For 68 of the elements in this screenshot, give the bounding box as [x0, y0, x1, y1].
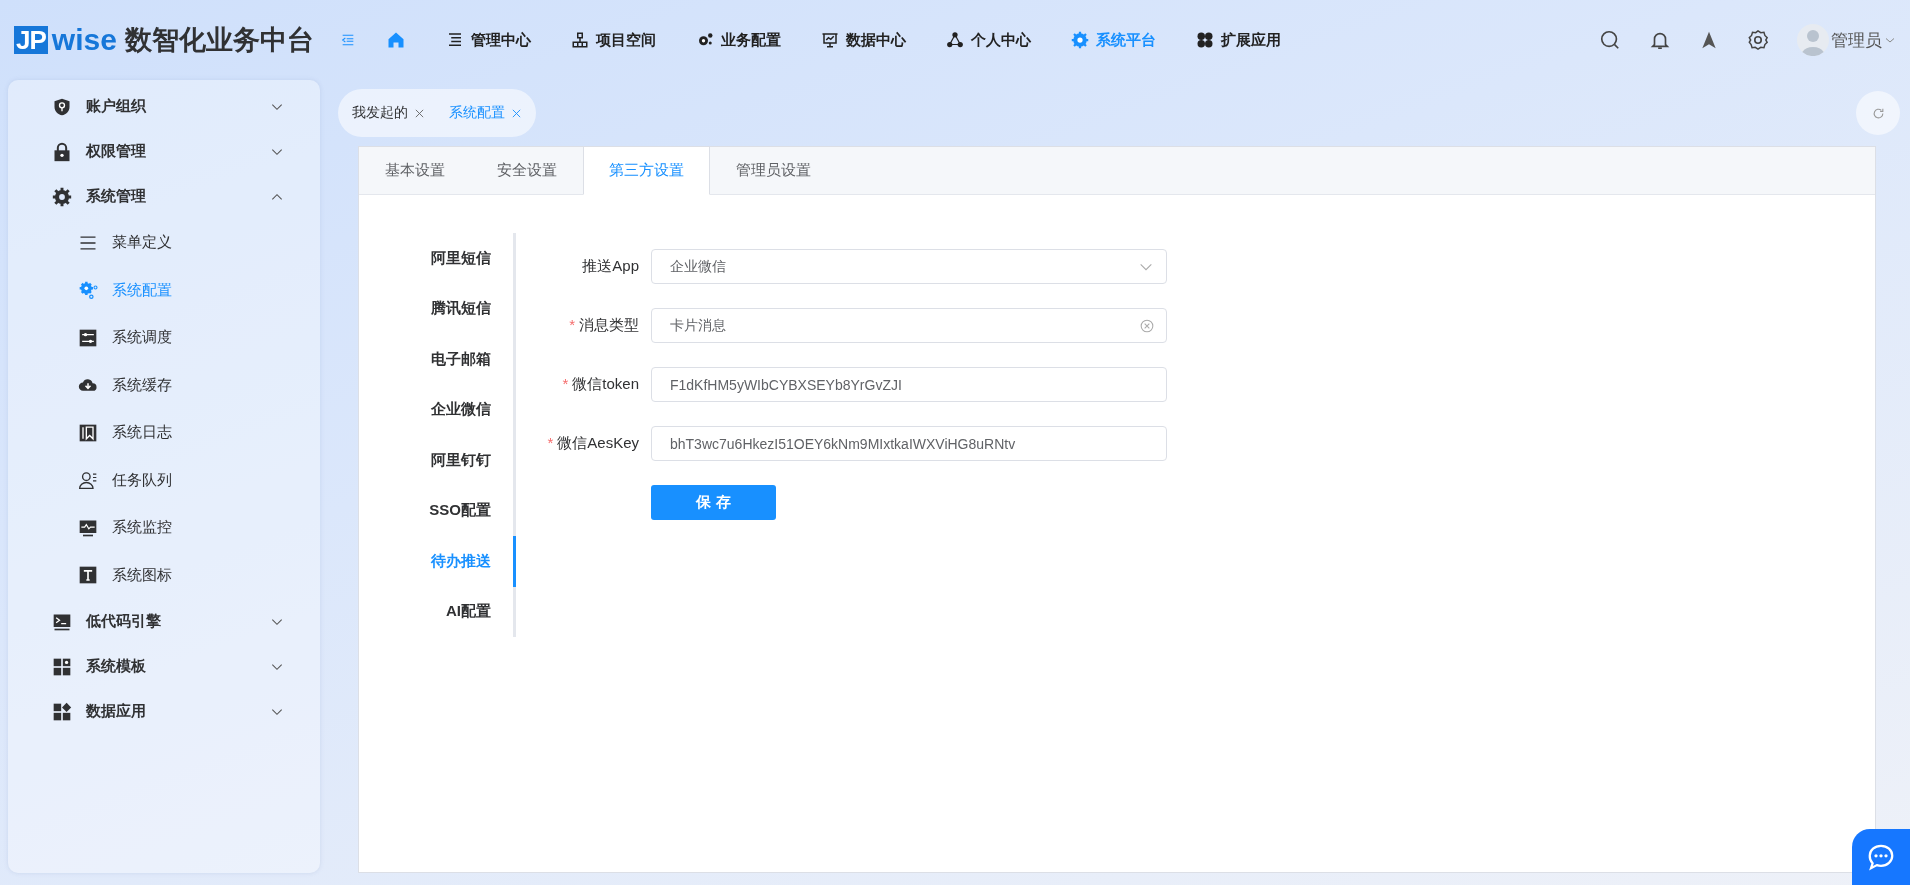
close-icon[interactable]	[511, 107, 522, 119]
logo-word: wise	[51, 23, 117, 57]
sidebar-subitem[interactable]: 系统调度	[8, 314, 320, 362]
nav-item[interactable]: 个人中心	[926, 20, 1051, 60]
nav-item[interactable]: 管理中心	[426, 20, 551, 60]
padlock-icon	[52, 141, 72, 162]
nav-item[interactable]: 项目空间	[551, 20, 676, 60]
settings-icon[interactable]	[1747, 29, 1769, 51]
bookmark-icon	[78, 422, 98, 443]
chat-button[interactable]	[1852, 829, 1910, 885]
sidebar-subitem[interactable]: 任务队列	[8, 456, 320, 504]
clover-icon	[1196, 31, 1214, 49]
config-menu-item[interactable]: 电子邮箱	[359, 334, 516, 385]
config-menu-item[interactable]: AI配置	[359, 586, 516, 637]
widgets-icon	[52, 701, 72, 722]
nav-item[interactable]: 扩展应用	[1176, 20, 1301, 60]
field-label: 推送App	[581, 257, 640, 276]
page-tab[interactable]: 我发起的	[352, 104, 425, 122]
config-menu-item[interactable]: 阿里钉钉	[359, 435, 516, 486]
select-field[interactable]: 企业微信	[651, 249, 1167, 284]
home-icon[interactable]	[386, 30, 406, 50]
config-menu-item[interactable]: 企业微信	[359, 384, 516, 435]
logo-mark: JP	[14, 26, 48, 54]
config-menu-item[interactable]: SSO配置	[359, 485, 516, 536]
field-label: * 消息类型	[568, 316, 640, 335]
tab[interactable]: 安全设置	[471, 147, 583, 195]
close-icon[interactable]	[414, 107, 425, 119]
gear-icon	[52, 186, 72, 207]
sidebar-subitem[interactable]: 系统缓存	[8, 361, 320, 409]
input-field[interactable]: F1dKfHM5yWIbCYBXSEYb8YrGvZJI	[651, 367, 1167, 402]
input-field[interactable]: bhT3wc7u6HkezI51OEY6kNm9MIxtkaIWXViHG8uRNtv	[651, 426, 1167, 461]
nodes-icon	[946, 31, 964, 49]
config-menu-item[interactable]: 腾讯短信	[359, 283, 516, 334]
presentation-icon	[821, 31, 839, 49]
gear-icon	[1071, 31, 1089, 49]
sidebar-item[interactable]: 系统管理	[8, 174, 320, 219]
text-icon	[78, 565, 98, 586]
tab[interactable]: 基本设置	[359, 147, 471, 195]
nav-item[interactable]: 业务配置	[676, 20, 801, 60]
sidebar-item[interactable]: 系统模板	[8, 644, 320, 689]
config-menu-item[interactable]: 阿里短信	[359, 233, 516, 284]
user-list-icon	[78, 470, 98, 491]
tab[interactable]: 管理员设置	[710, 147, 837, 195]
avatar-icon	[1797, 24, 1829, 56]
sidebar-item[interactable]: 账户组织	[8, 84, 320, 129]
shield-icon	[52, 96, 72, 117]
lines-icon	[446, 31, 464, 49]
nav-item[interactable]: 数据中心	[801, 20, 926, 60]
gears-icon	[78, 280, 98, 301]
sidebar-item[interactable]: 低代码引擎	[8, 599, 320, 644]
search-icon[interactable]	[1599, 29, 1621, 51]
sidebar-subitem[interactable]: 菜单定义	[8, 219, 320, 267]
blocks-icon	[571, 31, 589, 49]
refresh-icon	[1871, 106, 1885, 120]
field-label: * 微信AesKey	[546, 434, 640, 453]
sidebar-subitem[interactable]: 系统图标	[8, 551, 320, 599]
sidebar-subitem[interactable]: 系统监控	[8, 504, 320, 552]
chat-icon	[1866, 842, 1896, 872]
sidebar-item[interactable]: 权限管理	[8, 129, 320, 174]
sidebar-subitem[interactable]: 系统日志	[8, 409, 320, 457]
app-title: 数智化业务中台	[124, 24, 314, 57]
user-menu[interactable]: 管理员	[1797, 24, 1896, 56]
template-icon	[52, 656, 72, 677]
clear-icon[interactable]	[1140, 318, 1154, 333]
sidebar-item[interactable]: 数据应用	[8, 689, 320, 734]
select-field[interactable]: 卡片消息	[651, 308, 1167, 343]
sliders-icon	[78, 327, 98, 348]
field-label: * 微信token	[561, 375, 640, 394]
